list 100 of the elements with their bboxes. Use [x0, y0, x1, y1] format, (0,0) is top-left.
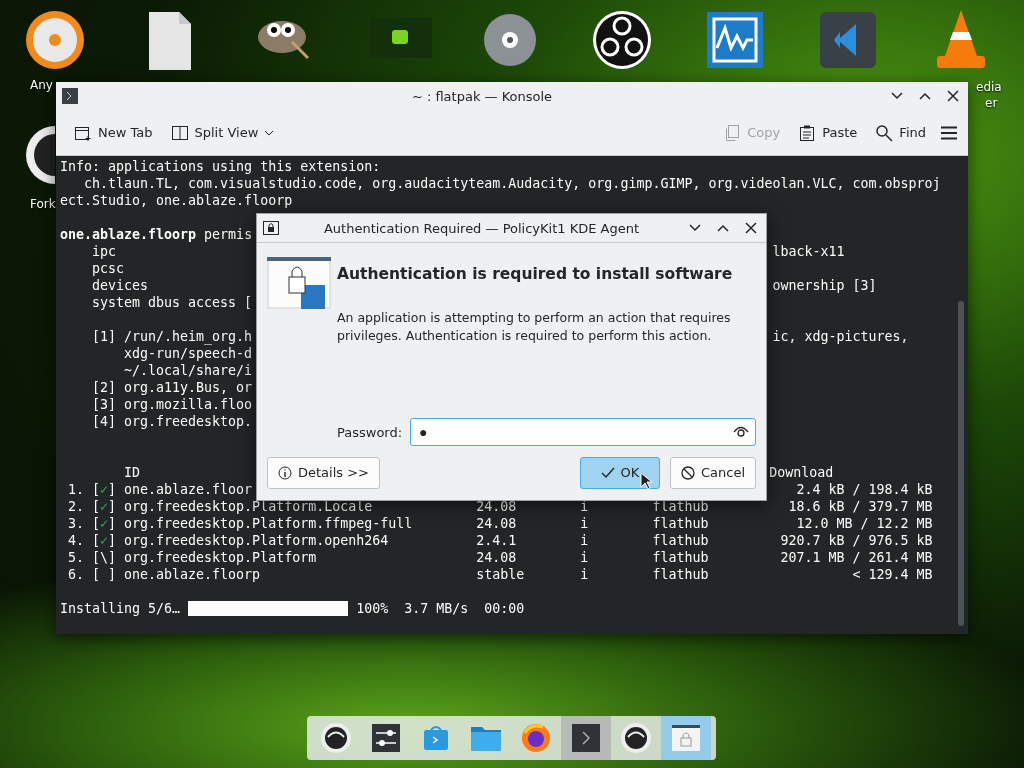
find-button[interactable]: Find: [869, 119, 932, 146]
check-icon: [600, 466, 615, 479]
terminal-line: ch.tlaun.TL, com.visualstudio.code, org.audacityteam.Audacity, org.gimp.GIMP, org.videolan.VLC, com.obsproj: [83, 175, 941, 192]
row-number: 5.: [68, 549, 84, 566]
mouse-pointer-icon: [640, 472, 652, 490]
table-cell: 2.4 kB / 198.4 kB: [796, 481, 933, 498]
menu-icon: [941, 125, 957, 140]
terminal-app-icon: [62, 88, 78, 104]
table-cell: i: [580, 515, 589, 532]
status-marker: [✓]: [92, 532, 117, 549]
table-cell: i: [580, 532, 589, 549]
table-cell: org.freedesktop.Platform.ffmpeg-full: [124, 515, 413, 532]
taskbar-item[interactable]: [661, 716, 711, 760]
scrollbar-thumb[interactable]: [958, 301, 964, 626]
lock-window-icon: [267, 257, 331, 311]
desktop-icon-label: edia: [976, 80, 1002, 95]
progress-label: Installing 5/6…: [60, 600, 181, 617]
chevron-down-icon: [264, 129, 275, 136]
window-title: ~ : flatpak — Konsole: [410, 88, 554, 104]
cancel-icon: [680, 465, 695, 480]
table-cell: 12.0 MB / 12.2 MB: [796, 515, 933, 532]
details-button[interactable]: Details >>: [267, 456, 380, 489]
table-cell: one.ablaze.floor: [124, 481, 253, 498]
desktop-icon-label: er: [985, 96, 998, 111]
table-cell: 24.08: [476, 515, 517, 532]
row-number: 4.: [68, 532, 84, 549]
split-view-button[interactable]: Split View: [164, 119, 281, 146]
lock-window-icon: [263, 221, 279, 235]
table-cell: < 129.4 MB: [852, 566, 933, 583]
round-logo-icon: [620, 722, 652, 754]
row-number: 2.: [68, 498, 84, 515]
table-cell: org.freedesktop.Platform: [124, 549, 317, 566]
terminal-line: devices: [91, 277, 149, 294]
progress-percent: 100%: [356, 600, 389, 617]
eye-icon[interactable]: [733, 426, 749, 439]
desktop-icon-label: Any: [30, 78, 53, 93]
file-icon[interactable]: [147, 10, 193, 72]
chevron-down-icon: [689, 224, 701, 232]
cd-icon[interactable]: [483, 13, 537, 67]
round-logo-icon[interactable]: [25, 125, 56, 185]
terminal-line: one.ablaze.floorp permis: [60, 226, 253, 243]
table-cell: i: [580, 566, 589, 583]
password-field[interactable]: ●: [410, 418, 756, 447]
table-cell: i: [580, 549, 589, 566]
table-cell: 207.1 MB / 261.4 MB: [780, 549, 933, 566]
table-cell: flathub: [652, 566, 709, 583]
taskbar-item[interactable]: [561, 716, 611, 760]
browser-icon: [521, 723, 551, 753]
dialog-heading: Authentication is required to install software: [337, 265, 734, 283]
terminal-line: lback-x11: [772, 243, 845, 260]
close-icon: [745, 222, 757, 234]
terminal-line: pcsc: [91, 260, 125, 277]
new-tab-button[interactable]: New Tab: [68, 119, 159, 146]
row-number: 3.: [68, 515, 84, 532]
terminal-line: Info: applications using this extension:: [60, 158, 381, 175]
chevron-up-icon: [717, 224, 729, 232]
code-editor-icon[interactable]: [820, 12, 876, 68]
table-cell: org.freedesktop.Platform.openh264: [124, 532, 389, 549]
progress-time: 00:00: [484, 600, 525, 617]
terminal-line: ipc: [91, 243, 117, 260]
progress-speed: 3.7 MB/s: [404, 600, 469, 617]
password-label: Password:: [337, 425, 403, 440]
paste-button[interactable]: Paste: [792, 119, 864, 146]
table-cell: org.freedesktop.Platform.Locale: [124, 498, 373, 515]
disc-icon[interactable]: [25, 8, 85, 72]
ok-button[interactable]: OK: [579, 456, 660, 489]
lock-window-icon: [671, 724, 701, 752]
table-cell: one.ablaze.floorp: [124, 566, 261, 583]
round-logo-icon: [320, 722, 352, 754]
table-cell: flathub: [652, 515, 709, 532]
waveform-icon[interactable]: [707, 12, 763, 68]
screen-icon[interactable]: [370, 18, 432, 58]
terminal-line: xdg-run/speech-d: [123, 345, 253, 362]
terminal-line: ownership [3]: [772, 277, 877, 294]
cancel-button[interactable]: Cancel: [669, 456, 756, 489]
status-marker: [✓]: [92, 498, 117, 515]
table-header: ID: [124, 464, 141, 481]
status-marker: [ ]: [92, 566, 117, 583]
dialog-title: Authentication Required — PolicyKit1 KDE Agent: [322, 220, 641, 236]
close-icon: [947, 90, 959, 102]
terminal-line: [3] org.mozilla.floo: [91, 396, 253, 413]
terminal-line: system dbus access [: [91, 294, 253, 311]
shopping-bag-icon: [422, 724, 450, 752]
split-view-icon: [170, 123, 189, 142]
table-cell: 24.08: [476, 549, 517, 566]
table-cell: stable: [476, 566, 525, 583]
search-icon: [875, 123, 894, 142]
table-cell: flathub: [652, 549, 709, 566]
dialog-message: An application is attempting to perform an action that requires privileges. Authentication is required to perform this action.: [337, 309, 732, 345]
terminal-line: ic, xdg-pictures,: [772, 328, 909, 345]
terminal-icon: [572, 724, 600, 752]
table-cell: 18.6 kB / 379.7 MB: [788, 498, 933, 515]
desktop-icon-label: Fork: [30, 197, 56, 212]
sliders-icon: [372, 724, 400, 752]
copy-icon: [723, 123, 742, 142]
terminal-line: [4] org.freedesktop.: [91, 413, 253, 430]
row-number: 6.: [68, 566, 84, 583]
terminal-line: ect.Studio, one.ablaze.floorp: [60, 192, 293, 209]
row-number: 1.: [68, 481, 84, 498]
chevron-up-icon: [919, 92, 931, 100]
